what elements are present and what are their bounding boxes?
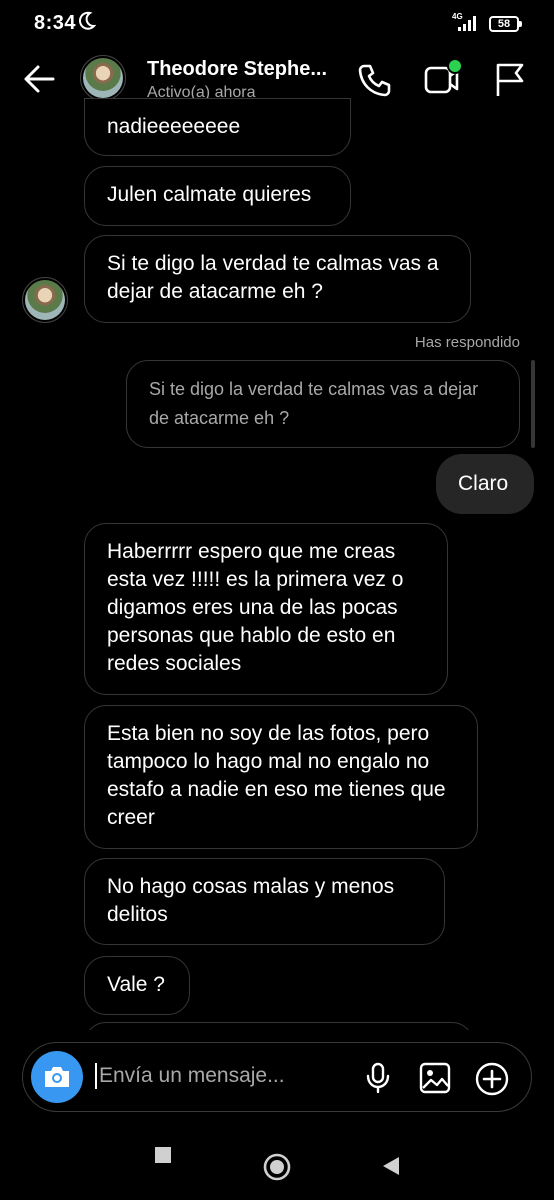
quoted-reply[interactable]: Si te digo la verdad te calmas vas a dej… bbox=[126, 360, 520, 448]
recent-apps-button[interactable] bbox=[154, 1146, 172, 1169]
received-message[interactable]: Julen calmate quieres bbox=[84, 166, 351, 226]
status-time: 8:34 bbox=[34, 12, 77, 34]
received-message[interactable]: nadieeeeeeee bbox=[84, 98, 351, 156]
video-call-icon[interactable] bbox=[424, 58, 463, 103]
received-message[interactable]: Esta bien no soy de las fotos, pero tamp… bbox=[84, 705, 478, 849]
received-message[interactable]: Vale ? bbox=[84, 956, 190, 1015]
home-button[interactable] bbox=[263, 1153, 291, 1186]
gallery-icon[interactable] bbox=[419, 1062, 451, 1099]
sent-message[interactable]: Claro bbox=[436, 454, 534, 514]
phone-call-icon[interactable] bbox=[356, 62, 392, 103]
back-triangle-icon[interactable] bbox=[381, 1156, 401, 1181]
battery-indicator: 58 bbox=[489, 16, 522, 32]
received-message[interactable]: No hago cosas malas y menos delitos bbox=[84, 858, 445, 945]
camera-icon bbox=[45, 1067, 69, 1087]
message-input[interactable]: Envía un mensaje... bbox=[95, 1063, 285, 1089]
microphone-icon[interactable] bbox=[365, 1062, 391, 1099]
message-composer: Envía un mensaje... bbox=[22, 1042, 532, 1112]
reply-indicator-bar bbox=[531, 360, 535, 448]
report-flag-icon[interactable] bbox=[494, 62, 526, 103]
contact-avatar[interactable] bbox=[80, 55, 126, 101]
message-sender-avatar[interactable] bbox=[22, 277, 68, 323]
add-plus-icon[interactable] bbox=[475, 1062, 509, 1101]
do-not-disturb-moon-icon bbox=[78, 11, 97, 36]
contact-name[interactable]: Theodore Stephe... bbox=[147, 58, 327, 81]
received-message[interactable]: Si te digo la verdad te calmas vas a dej… bbox=[84, 235, 471, 323]
back-arrow-icon[interactable] bbox=[22, 62, 56, 101]
received-message[interactable]: Haberrrrr espero que me creas esta vez !… bbox=[84, 523, 448, 695]
online-dot-icon bbox=[447, 58, 463, 74]
camera-button[interactable] bbox=[31, 1051, 83, 1103]
replied-label: Has respondido bbox=[414, 334, 520, 351]
